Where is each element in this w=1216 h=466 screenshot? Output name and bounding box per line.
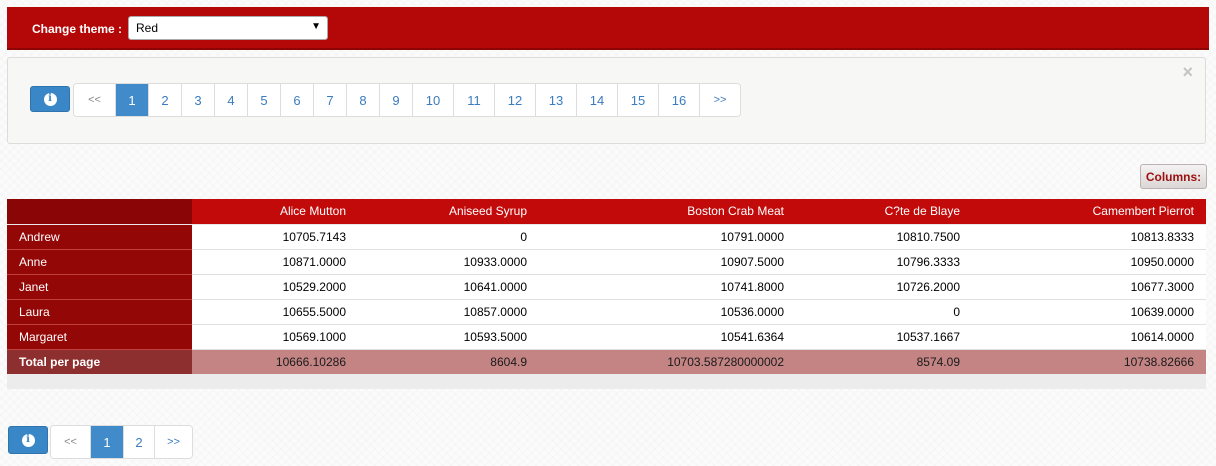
table-cell: 10641.0000 — [358, 274, 539, 300]
row-header: Janet — [7, 274, 192, 300]
pager-page-button[interactable]: 2 — [148, 84, 181, 116]
pager-page-button[interactable]: 4 — [214, 84, 247, 116]
row-header: Laura — [7, 299, 192, 325]
change-theme-label: Change theme : — [32, 22, 123, 36]
total-cell: 10703.587280000002 — [539, 349, 796, 374]
total-cell: 10738.82666 — [972, 349, 1206, 374]
table-cell: 10871.0000 — [192, 249, 358, 275]
pivot-table: Alice Mutton Aniseed Syrup Boston Crab Mea… — [7, 199, 1206, 374]
total-cell: 8574.09 — [796, 349, 972, 374]
pager-page-button[interactable]: 9 — [379, 84, 412, 116]
row-header: Margaret — [7, 324, 192, 350]
pager-page-button[interactable]: 15 — [617, 84, 658, 116]
row-header: Anne — [7, 249, 192, 275]
pager-page-button[interactable]: 12 — [494, 84, 535, 116]
theme-select[interactable]: Red ▼ — [128, 16, 328, 40]
pager-page-button[interactable]: 6 — [280, 84, 313, 116]
pager-page-button[interactable]: 8 — [346, 84, 379, 116]
table-cell: 10933.0000 — [358, 249, 539, 275]
theme-select-value: Red — [136, 21, 159, 35]
pager-prev-button[interactable]: << — [74, 84, 115, 116]
top-pagination: << 1 2 3 4 5 6 7 8 9 10 11 12 13 14 15 16 >> — [73, 83, 741, 117]
table-row: Andrew 10705.7143 0 10791.0000 10810.7500 108… — [7, 224, 1206, 250]
columns-button[interactable]: Columns: — [1140, 164, 1207, 189]
table-header-row: Alice Mutton Aniseed Syrup Boston Crab Mea… — [7, 199, 1206, 225]
pager-panel: × i << 1 2 3 4 5 6 7 8 9 10 11 12 13 14 15 16 >> — [7, 57, 1206, 144]
pager-next-button[interactable]: >> — [699, 84, 740, 116]
pager-page-button[interactable]: 13 — [535, 84, 576, 116]
column-header[interactable]: Boston Crab Meat — [539, 199, 796, 225]
table-footer-strip — [7, 374, 1206, 389]
total-label: Total per page — [7, 349, 192, 374]
column-header[interactable]: C?te de Blaye — [796, 199, 972, 225]
pager-page-button[interactable]: 3 — [181, 84, 214, 116]
header-corner — [7, 199, 192, 225]
table-row: Anne 10871.0000 10933.0000 10907.5000 10796.… — [7, 249, 1206, 275]
table-cell: 0 — [358, 224, 539, 250]
close-icon[interactable]: × — [1182, 63, 1193, 81]
table-cell: 10614.0000 — [972, 324, 1206, 350]
table-cell: 10705.7143 — [192, 224, 358, 250]
table-row: Margaret 10569.1000 10593.5000 10541.6364 10… — [7, 324, 1206, 350]
table-cell: 0 — [796, 299, 972, 325]
table-cell: 10741.8000 — [539, 274, 796, 300]
column-header[interactable]: Camembert Pierrot — [972, 199, 1206, 225]
theme-bar: Change theme : Red ▼ — [7, 7, 1209, 50]
info-icon: i — [21, 433, 35, 447]
column-header[interactable]: Aniseed Syrup — [358, 199, 539, 225]
pager-page-button[interactable]: 11 — [453, 84, 494, 116]
table-cell: 10813.8333 — [972, 224, 1206, 250]
table-cell: 10529.2000 — [192, 274, 358, 300]
table-cell: 10639.0000 — [972, 299, 1206, 325]
pager-page-button[interactable]: 16 — [658, 84, 699, 116]
table-cell: 10541.6364 — [539, 324, 796, 350]
total-row: Total per page 10666.10286 8604.9 10703.58… — [7, 349, 1206, 374]
table-row: Janet 10529.2000 10641.0000 10741.8000 10726… — [7, 274, 1206, 300]
table-cell: 10593.5000 — [358, 324, 539, 350]
table-cell: 10655.5000 — [192, 299, 358, 325]
info-button[interactable]: i — [30, 86, 70, 112]
pager-page-button[interactable]: 1 — [90, 426, 123, 458]
pager-prev-button[interactable]: << — [51, 426, 90, 458]
total-cell: 10666.10286 — [192, 349, 358, 374]
bottom-pagination: << 1 2 >> — [50, 425, 193, 459]
table-cell: 10950.0000 — [972, 249, 1206, 275]
pager-page-button[interactable]: 14 — [576, 84, 617, 116]
table-row: Laura 10655.5000 10857.0000 10536.0000 0 1063… — [7, 299, 1206, 325]
table-cell: 10857.0000 — [358, 299, 539, 325]
info-icon: i — [43, 92, 57, 106]
row-header: Andrew — [7, 224, 192, 250]
table-cell: 10907.5000 — [539, 249, 796, 275]
table-cell: 10677.3000 — [972, 274, 1206, 300]
pager-page-button[interactable]: 5 — [247, 84, 280, 116]
pager-page-button[interactable]: 1 — [115, 84, 148, 116]
total-cell: 8604.9 — [358, 349, 539, 374]
table-cell: 10810.7500 — [796, 224, 972, 250]
pager-next-button[interactable]: >> — [154, 426, 192, 458]
table-cell: 10569.1000 — [192, 324, 358, 350]
table-cell: 10726.2000 — [796, 274, 972, 300]
pager-page-button[interactable]: 10 — [412, 84, 453, 116]
pager-page-button[interactable]: 2 — [123, 426, 154, 458]
pager-page-button[interactable]: 7 — [313, 84, 346, 116]
table-cell: 10791.0000 — [539, 224, 796, 250]
column-header[interactable]: Alice Mutton — [192, 199, 358, 225]
table-cell: 10537.1667 — [796, 324, 972, 350]
table-cell: 10796.3333 — [796, 249, 972, 275]
table-cell: 10536.0000 — [539, 299, 796, 325]
bottom-info-button[interactable]: i — [8, 426, 48, 454]
dropdown-caret-icon: ▼ — [311, 21, 321, 32]
